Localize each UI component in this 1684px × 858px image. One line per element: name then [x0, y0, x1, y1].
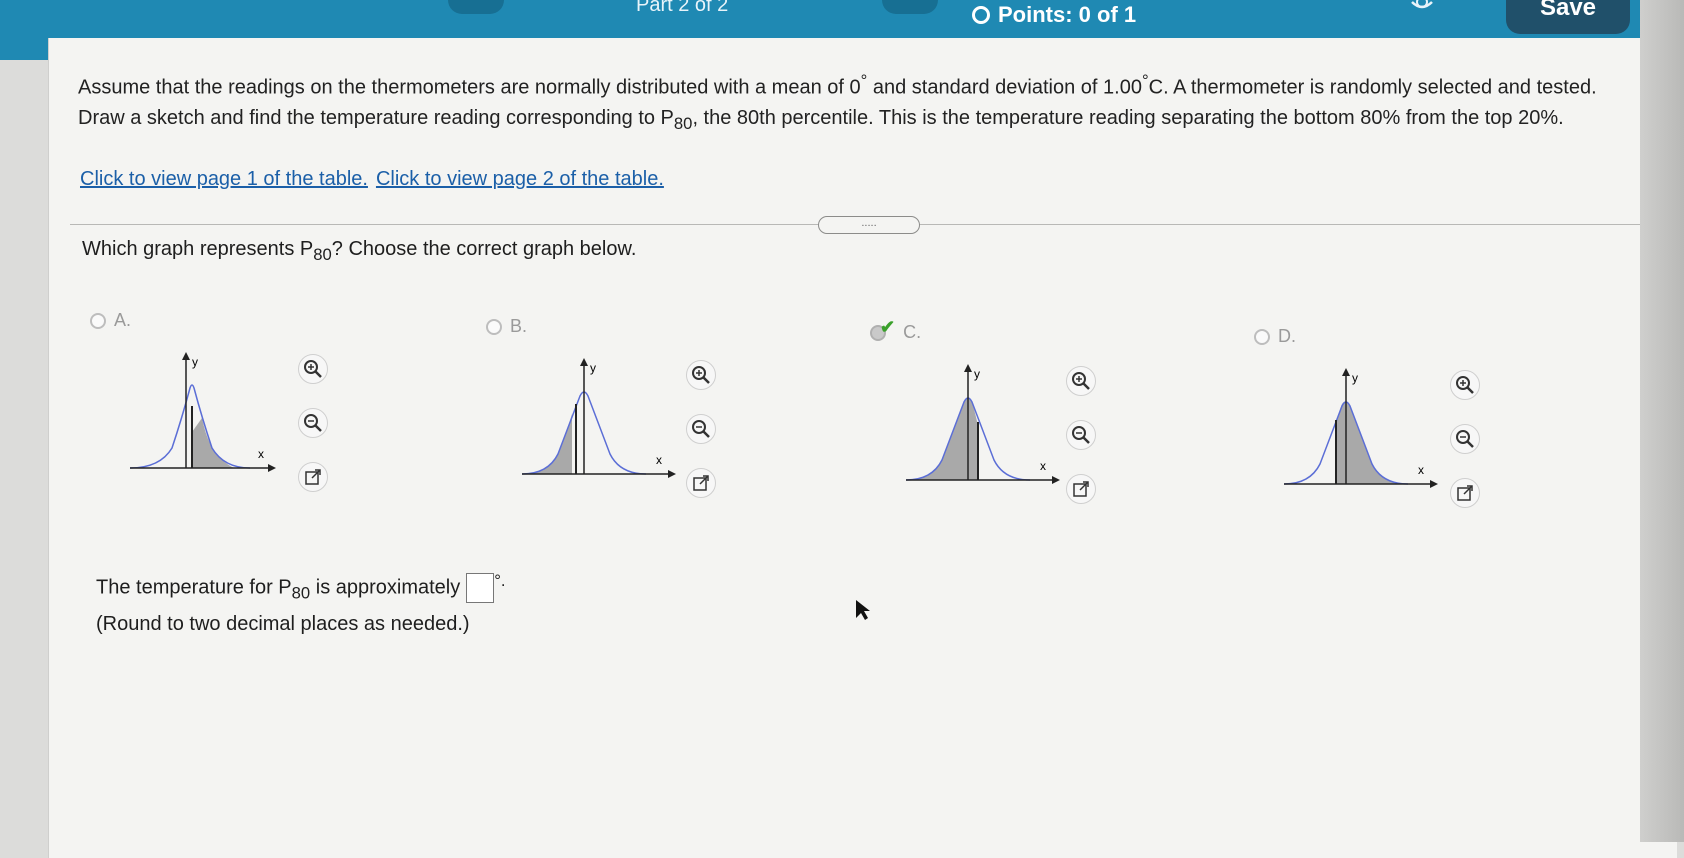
- x-axis-label: x: [1040, 459, 1046, 473]
- save-button[interactable]: Save: [1506, 0, 1630, 34]
- graph-prompt: Which graph represents P80? Choose the c…: [82, 238, 636, 265]
- table-links: Click to view page 1 of the table. Click …: [80, 168, 672, 191]
- part-indicator: Part 2 of 2: [636, 0, 729, 16]
- answer-part-2: is approximately: [310, 576, 461, 599]
- prompt-part-1: Which graph represents P: [82, 238, 314, 260]
- open-new-window-icon[interactable]: [1450, 478, 1480, 508]
- x-axis-label: x: [656, 453, 662, 467]
- option-c-graph: y x: [906, 364, 1060, 484]
- question-part-2: and standard deviation of 1.00: [867, 76, 1142, 99]
- option-b-radio[interactable]: [486, 318, 502, 335]
- question-text: Assume that the readings on the thermome…: [78, 66, 1618, 139]
- open-new-window-icon[interactable]: [1066, 474, 1096, 504]
- zoom-in-icon[interactable]: [1450, 370, 1480, 400]
- y-axis-label: y: [974, 367, 980, 381]
- prompt-subscript: 80: [313, 245, 332, 264]
- mouse-cursor-icon: [856, 600, 870, 620]
- zoom-out-icon[interactable]: [686, 414, 716, 444]
- p-subscript: 80: [673, 113, 693, 133]
- points-indicator: Points: 0 of 1: [972, 2, 1136, 28]
- option-d[interactable]: D. y x: [1254, 326, 1554, 566]
- option-a-radio[interactable]: [90, 312, 106, 329]
- correct-checkmark-icon: ✔: [880, 317, 896, 337]
- points-text: Points: 0 of 1: [998, 2, 1137, 27]
- zoom-in-icon[interactable]: [1066, 366, 1096, 396]
- previous-part-button[interactable]: [448, 0, 504, 14]
- x-axis-label: x: [1418, 463, 1424, 477]
- help-icon[interactable]: [1408, 0, 1436, 16]
- question-part-4: , the 80th percentile. This is the tempe…: [692, 106, 1564, 129]
- zoom-out-icon[interactable]: [298, 408, 328, 438]
- normal-curve: [130, 384, 251, 469]
- option-c-label: C.: [903, 322, 922, 342]
- degree-symbol: °: [1141, 71, 1149, 90]
- x-arrow-icon: [268, 464, 276, 472]
- answer-degree: °.: [494, 571, 506, 590]
- shaded-region: [522, 414, 572, 474]
- y-arrow-icon: [182, 352, 190, 360]
- y-axis-label: y: [1352, 371, 1358, 385]
- y-arrow-icon: [580, 358, 588, 366]
- points-circle-icon: [972, 6, 990, 24]
- y-arrow-icon: [964, 364, 972, 372]
- table-page-1-link[interactable]: Click to view page 1 of the table.: [80, 168, 368, 190]
- option-a-graph: y x: [130, 352, 276, 472]
- zoom-in-icon[interactable]: [686, 360, 716, 390]
- option-d-graph: y x: [1284, 368, 1438, 488]
- option-b-label: B.: [510, 316, 528, 336]
- option-d-radio[interactable]: [1254, 328, 1270, 345]
- answer-line: The temperature for P80 is approximately…: [96, 566, 506, 609]
- zoom-out-icon[interactable]: [1066, 420, 1096, 450]
- y-arrow-icon: [1342, 368, 1350, 376]
- open-new-window-icon[interactable]: [686, 468, 716, 498]
- question-part-1: Assume that the readings on the thermome…: [78, 76, 861, 99]
- open-new-window-icon[interactable]: [298, 462, 328, 492]
- shaded-region: [192, 418, 234, 468]
- y-axis-label: y: [590, 361, 596, 375]
- shaded-region: [906, 398, 978, 480]
- prompt-part-2: ? Choose the correct graph below.: [331, 238, 637, 260]
- answer-section: The temperature for P80 is approximately…: [96, 566, 506, 639]
- screen-edge: [1640, 0, 1684, 842]
- temperature-answer-input[interactable]: [466, 573, 495, 604]
- option-b-graph: y x: [522, 358, 676, 478]
- x-axis-label: x: [258, 447, 264, 461]
- zoom-in-icon[interactable]: [298, 354, 328, 384]
- resize-handle[interactable]: .....: [818, 216, 920, 234]
- option-d-label: D.: [1278, 326, 1296, 346]
- y-axis-label: y: [192, 355, 198, 369]
- option-c[interactable]: ✔ C. y x: [870, 317, 1170, 562]
- option-a[interactable]: A. y x: [90, 310, 390, 550]
- option-a-label: A.: [114, 310, 132, 330]
- next-part-button[interactable]: [882, 0, 938, 14]
- shaded-region: [1336, 401, 1408, 484]
- x-arrow-icon: [1052, 476, 1060, 484]
- rounding-note: (Round to two decimal places as needed.): [96, 612, 470, 635]
- table-page-2-link[interactable]: Click to view page 2 of the table.: [376, 168, 664, 190]
- x-arrow-icon: [1430, 480, 1438, 488]
- x-arrow-icon: [668, 470, 676, 478]
- answer-subscript: 80: [291, 583, 311, 603]
- answer-part-1: The temperature for P: [96, 576, 292, 599]
- zoom-out-icon[interactable]: [1450, 424, 1480, 454]
- option-b[interactable]: B. y x: [486, 316, 786, 556]
